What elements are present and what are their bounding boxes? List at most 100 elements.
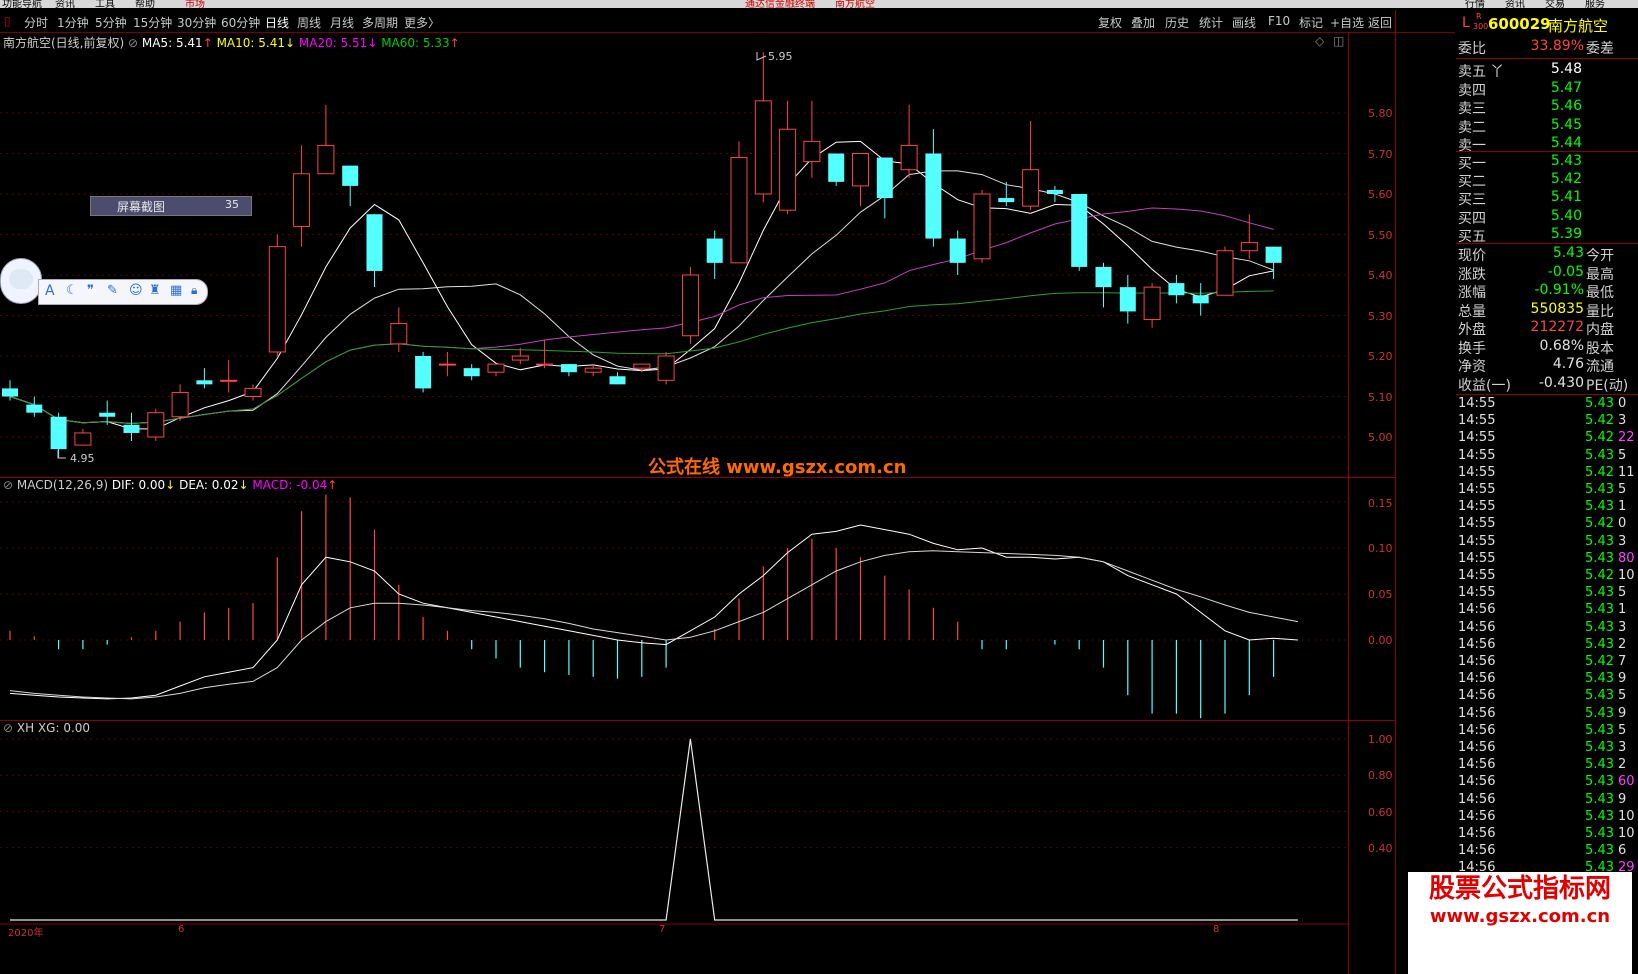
ask-row[interactable]: 卖五丫 5.48: [1456, 61, 1638, 80]
tick-volume: 9: [1618, 671, 1627, 687]
grid-icon[interactable]: ▦: [170, 283, 182, 298]
menu-item-service[interactable]: 服务: [1585, 0, 1605, 8]
stat-row[interactable]: 收益(一) -0.430 PE(动): [1456, 375, 1638, 394]
candle-body-down: [1046, 189, 1063, 194]
assistant-face-icon: [9, 269, 33, 289]
tick-time: 14:55: [1458, 430, 1496, 446]
tick-row: 14:56 5.43 9: [1456, 706, 1638, 724]
price-tick: 5.70: [1368, 148, 1393, 161]
tick-time: 14:56: [1458, 826, 1496, 841]
stat-label: 总量: [1458, 303, 1486, 320]
date-tick: 6: [178, 924, 185, 935]
tick-volume: 10: [1618, 808, 1635, 824]
candle-body-up: [657, 355, 675, 381]
candle-body-up: [900, 144, 918, 171]
text-tool-icon[interactable]: A: [45, 283, 55, 299]
tick-price: 5.43: [1585, 791, 1614, 807]
bid-price: 5.42: [1550, 171, 1582, 188]
ask-row[interactable]: 卖三 5.46: [1456, 98, 1638, 117]
bid-label: 买二: [1458, 174, 1486, 191]
smile-icon[interactable]: ☺: [129, 283, 143, 298]
ask-row[interactable]: 卖四 5.47: [1456, 80, 1638, 99]
tick-volume: 3: [1618, 533, 1627, 549]
bid-row[interactable]: 买二 5.42: [1456, 171, 1638, 190]
bid-row[interactable]: 买一 5.43: [1456, 153, 1638, 172]
kline-chart[interactable]: [0, 0, 1395, 974]
dea-line: [9, 550, 1298, 700]
tick-time: 14:55: [1458, 550, 1496, 566]
candle-body-down: [876, 157, 893, 199]
assistant-avatar[interactable]: [0, 258, 42, 304]
candle-body-up: [1216, 250, 1234, 296]
ask-row[interactable]: 卖二 5.45: [1456, 117, 1638, 136]
bid-label: 买三: [1458, 192, 1486, 209]
stat-row[interactable]: 换手 0.68% 股本: [1456, 338, 1638, 357]
bid-row[interactable]: 买三 5.41: [1456, 189, 1638, 208]
candle-body-down: [123, 424, 140, 433]
candle-body-down: [828, 153, 845, 182]
tick-price: 5.43: [1585, 533, 1614, 549]
bid-row[interactable]: 买五 5.39: [1456, 226, 1638, 245]
stock-name: 南方航空: [1548, 17, 1609, 35]
candle-body-down: [1168, 283, 1185, 296]
tick-row: 14:55 5.43 5: [1456, 482, 1638, 500]
moon-icon[interactable]: ☾: [66, 283, 78, 298]
candle-body-down: [415, 356, 432, 389]
stat-row[interactable]: 涨幅 -0.91% 最低: [1456, 282, 1638, 301]
ask-label: 卖四: [1458, 82, 1486, 99]
lock-icon[interactable]: 🔒︎: [191, 283, 197, 298]
ask-label: 卖二: [1458, 119, 1486, 136]
tick-time: 14:56: [1458, 757, 1496, 773]
stat-label: 净资: [1458, 359, 1486, 375]
stock-header: L R 300 600029 南方航空: [1456, 12, 1638, 37]
stat-row[interactable]: 外盘 212272 内盘: [1456, 319, 1638, 338]
menu-item-quotes[interactable]: 行情: [1465, 0, 1485, 8]
menu-item-trade[interactable]: 交易: [1545, 0, 1565, 8]
tick-row: 14:56 5.43 9: [1456, 671, 1638, 689]
screenshot-label: 屏幕截图: [117, 200, 166, 214]
tick-time: 14:56: [1458, 602, 1496, 618]
tick-price: 5.42: [1585, 413, 1614, 429]
market-letter: L: [1462, 15, 1470, 31]
tick-row: 14:55 5.43 1: [1456, 499, 1638, 517]
tick-time: 14:56: [1458, 636, 1496, 652]
stat-value: 550835: [1530, 300, 1584, 317]
candle-body-up: [681, 274, 699, 337]
tick-time: 14:56: [1458, 774, 1496, 790]
shirt-icon[interactable]: ♜: [149, 283, 161, 298]
candle-body-up: [730, 157, 748, 264]
candle-body-up: [293, 173, 311, 227]
wrench-icon[interactable]: ✎: [107, 283, 118, 298]
tick-row: 14:56 5.43 60: [1456, 774, 1638, 792]
quote-icon[interactable]: ❞: [87, 283, 94, 298]
ask-price: 5.48: [1550, 61, 1582, 77]
stat-label2: 最低: [1586, 285, 1614, 301]
price-tick: 5.00: [1368, 431, 1393, 444]
tick-price: 5.42: [1585, 516, 1614, 532]
stat-row[interactable]: 现价 5.43 今开: [1456, 245, 1638, 264]
tick-row: 14:56 5.43 5: [1456, 723, 1638, 741]
price-tick: 5.50: [1368, 229, 1393, 242]
tick-volume: 60: [1618, 774, 1635, 790]
high-marker: [756, 52, 767, 61]
tick-price: 5.43: [1585, 447, 1614, 463]
stat-row[interactable]: 净资 4.76 流通: [1456, 356, 1638, 375]
candle-body-up: [852, 153, 869, 187]
tick-row: 14:55 5.42 3: [1456, 413, 1638, 431]
site-watermark-line1: 股票公式指标网: [1408, 872, 1632, 906]
tick-time: 14:56: [1458, 688, 1496, 704]
bid-row[interactable]: 买四 5.40: [1456, 208, 1638, 227]
stat-row[interactable]: 涨跌 -0.05 最高: [1456, 264, 1638, 283]
stat-label2: 量比: [1586, 303, 1614, 320]
tick-price: 5.43: [1585, 602, 1614, 618]
bid-label: 买一: [1458, 156, 1486, 172]
stat-label2: 今开: [1586, 248, 1614, 264]
stat-row[interactable]: 总量 550835 量比: [1456, 301, 1638, 320]
tick-price: 5.42: [1585, 464, 1614, 480]
candle-body-up: [754, 100, 772, 195]
menu-item-info[interactable]: 资讯: [1505, 0, 1525, 8]
tick-price: 5.43: [1585, 688, 1614, 704]
stat-label: 涨跌: [1458, 266, 1486, 283]
weibi-label: 委比: [1458, 41, 1486, 57]
drawing-toolbar: A ☾ ❞ ✎ ☺ ♜ ▦ 🔒︎: [38, 279, 208, 305]
